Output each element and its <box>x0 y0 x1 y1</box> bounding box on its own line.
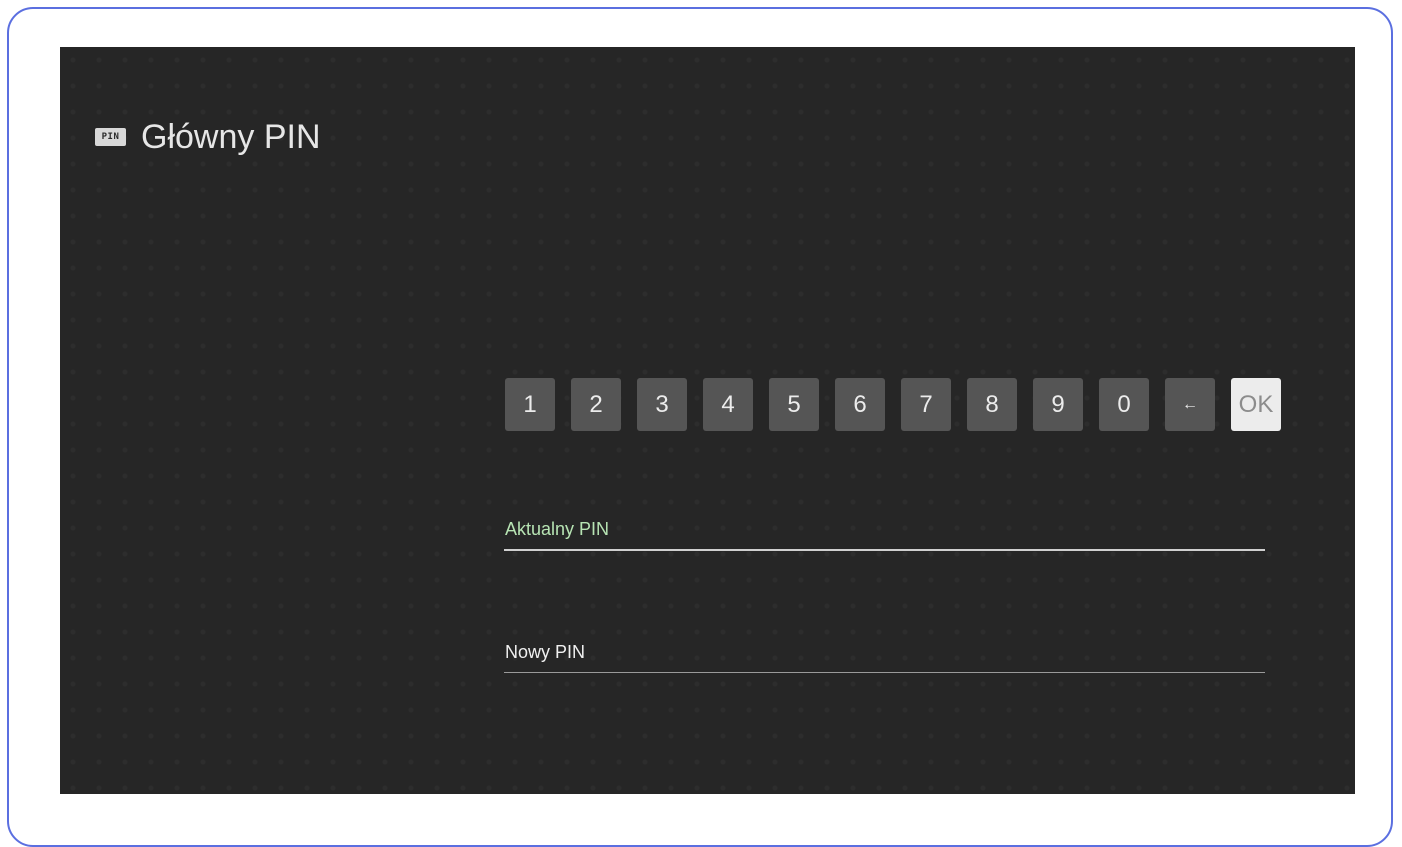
new-pin-label: Nowy PIN <box>505 642 586 662</box>
key-9[interactable]: 9 <box>1033 378 1083 431</box>
new-pin-field[interactable]: Nowy PIN <box>504 643 1265 673</box>
page-title: Główny PIN <box>141 118 321 156</box>
current-pin-underline <box>504 549 1265 551</box>
key-0[interactable]: 0 <box>1099 378 1149 431</box>
key-4[interactable]: 4 <box>703 378 753 431</box>
key-7[interactable]: 7 <box>901 378 951 431</box>
key-1[interactable]: 1 <box>505 378 555 431</box>
new-pin-underline <box>504 672 1265 673</box>
page-header: PIN Główny PIN <box>95 120 321 154</box>
key-5[interactable]: 5 <box>769 378 819 431</box>
key-2[interactable]: 2 <box>571 378 621 431</box>
key-3[interactable]: 3 <box>637 378 687 431</box>
key-6[interactable]: 6 <box>835 378 885 431</box>
pin-settings-screen: PIN Główny PIN 1 2 3 4 5 6 7 8 9 0 ← OK … <box>60 47 1355 794</box>
pin-icon-label: PIN <box>101 131 120 142</box>
ok-key[interactable]: OK <box>1231 378 1281 431</box>
current-pin-label: Aktualny PIN <box>505 519 610 539</box>
current-pin-field[interactable]: Aktualny PIN <box>504 520 1265 551</box>
backspace-key[interactable]: ← <box>1165 378 1215 431</box>
pin-icon: PIN <box>95 128 126 146</box>
key-8[interactable]: 8 <box>967 378 1017 431</box>
